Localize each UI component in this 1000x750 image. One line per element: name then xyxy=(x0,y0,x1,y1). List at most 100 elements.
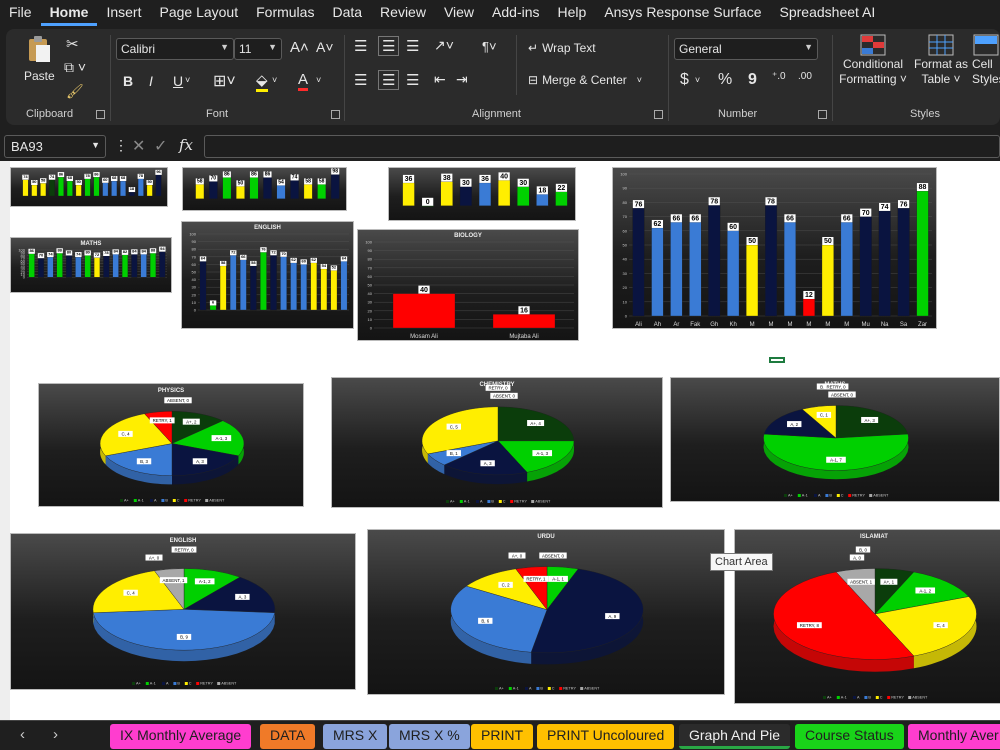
chevron-down-icon[interactable]: ˅ xyxy=(185,75,190,85)
percent-button[interactable]: % xyxy=(718,71,732,89)
bar-chart[interactable]: 0 10 20 30 40 50 60 70 80 90 100 76 Ali 62 Ah 66 Ar 66 Fak… xyxy=(612,167,937,329)
align-left-icon[interactable]: ☰ xyxy=(354,71,367,89)
menu-formulas[interactable]: Formulas xyxy=(247,0,323,26)
chevron-down-icon[interactable]: ˅ xyxy=(316,75,321,85)
insert-function-button[interactable]: fx xyxy=(179,136,193,154)
menu-ansys-response-surface[interactable]: Ansys Response Surface xyxy=(595,0,770,26)
chevron-down-icon[interactable]: ˅ xyxy=(272,75,277,85)
data-label: 50 xyxy=(238,181,244,187)
pie-chart[interactable]: ENGLISH A+, 0 A-1, 2 A, 3 B, 9 C, 4 RETRY, 0 AB… xyxy=(10,533,356,690)
sheet-tab[interactable]: PRINT Uncoloured xyxy=(537,724,675,749)
scroll-left-icon[interactable]: ‹ xyxy=(20,726,25,743)
orientation-icon[interactable]: ↗˅ xyxy=(434,37,454,54)
pie-chart[interactable]: CHEMISTRYA+, 4A-1, 3A, 3B, 1C, 5RETRY, 0… xyxy=(331,377,663,508)
sheet-tab[interactable]: Monthly Aver xyxy=(908,724,1000,749)
increase-font-icon[interactable]: A˄ xyxy=(290,39,309,56)
bar-chart[interactable]: 74 50 58 74 86 68 50 78 86 60 68 68 18 78 50 96 xyxy=(10,167,168,207)
text-direction-icon[interactable]: ¶˅ xyxy=(482,39,497,54)
tick-label: 20 xyxy=(368,308,373,313)
menu-review[interactable]: Review xyxy=(371,0,435,26)
clipboard-launcher-icon[interactable] xyxy=(96,110,105,119)
font-name-combo[interactable]: Calibri ▼ xyxy=(116,38,234,60)
wrap-text-button[interactable]: ↵ Wrap Text xyxy=(528,41,596,55)
sheet-tab[interactable]: MRS X % xyxy=(389,724,470,749)
pie-chart[interactable]: MATHSA+, 3A-1, 7A, 2B, 0C, 1RETRY, 0ABSE… xyxy=(670,377,1000,502)
merge-center-button[interactable]: ⊟ Merge & Center ˅ xyxy=(528,73,642,87)
underline-button[interactable]: U xyxy=(173,73,183,89)
bar xyxy=(280,256,287,311)
formula-input[interactable] xyxy=(204,135,1000,158)
currency-symbol: $ xyxy=(680,71,689,88)
bar-chart[interactable]: ENGLISH 0 10 20 30 40 50 60 70 80 90 100 64 6 58 72 66 58… xyxy=(181,221,354,329)
enter-icon[interactable]: ✓ xyxy=(154,136,167,156)
pie-chart[interactable]: URDU A+, 0 A-1, 1 A, 9 B, 6 C, 2 RETRY, 1 ABSEN… xyxy=(367,529,725,695)
legend-swatch xyxy=(580,687,584,690)
bar-chart[interactable]: BIOLOGY 0 10 20 30 40 50 60 70 80 90 100 40 Mosam Ali… xyxy=(357,229,579,341)
data-label: 94 xyxy=(160,246,165,251)
sheet-tab[interactable]: Course Status xyxy=(795,724,904,749)
pie-chart[interactable]: PHYSICS A+, 2 A-1, 3 A, 3 B, 3 C, 4 RETRY, 1 AB… xyxy=(38,383,304,507)
align-top-icon[interactable]: ☰ xyxy=(354,37,367,55)
name-box[interactable]: BA93 ▼ xyxy=(4,135,106,158)
align-center-icon[interactable]: ☰ xyxy=(378,70,400,90)
align-right-icon[interactable]: ☰ xyxy=(406,71,419,89)
align-middle-icon[interactable]: ☰ xyxy=(378,36,400,56)
bar xyxy=(229,255,237,311)
selection-handle[interactable] xyxy=(769,357,785,363)
decrease-font-icon[interactable]: A˅ xyxy=(316,39,334,55)
bar xyxy=(859,216,872,317)
cut-icon[interactable]: ✂ xyxy=(66,35,79,53)
format-painter-icon[interactable]: 🖌 xyxy=(66,83,84,100)
alignment-launcher-icon[interactable] xyxy=(654,110,663,119)
more-icon[interactable]: ⋮ xyxy=(114,137,128,154)
font-size-combo[interactable]: 11 ▼ xyxy=(234,38,282,60)
legend-swatch xyxy=(869,494,873,497)
worksheet-grid[interactable]: 74 50 58 74 86 68 50 78 86 60 68 68 18 78 50 96 58 70 86 50… xyxy=(0,161,1000,720)
pie-chart[interactable]: ISLAMIAT A+, 1 A-1, 2 A, 0 B, 0 C, 4 RETRY, 8A… xyxy=(734,529,1000,704)
italic-button[interactable]: I xyxy=(149,73,153,89)
chart-area-tooltip: Chart Area xyxy=(710,553,773,571)
menu-insert[interactable]: Insert xyxy=(97,0,150,26)
fill-color-icon[interactable]: ⬙ xyxy=(256,71,268,92)
decrease-indent-icon[interactable]: ⇤ xyxy=(434,71,446,88)
sheet-tab[interactable]: MRS X xyxy=(323,724,388,749)
menu-spreadsheet-ai[interactable]: Spreadsheet AI xyxy=(771,0,885,26)
cancel-icon[interactable]: ✕ xyxy=(132,136,145,156)
currency-button[interactable]: $ ˅ xyxy=(680,71,700,89)
bar xyxy=(31,184,38,197)
scroll-right-icon[interactable]: › xyxy=(53,726,58,743)
bold-button[interactable]: B xyxy=(123,73,133,89)
number-format-combo[interactable]: General ▼ xyxy=(674,38,818,60)
sheet-tab[interactable]: IX Monthly Average xyxy=(110,724,252,749)
legend-label: A-1 xyxy=(802,494,808,498)
format-as-table-button[interactable]: Format as Table ˅ xyxy=(910,33,972,87)
copy-icon[interactable]: ⧉ ˅ xyxy=(64,59,86,76)
comma-button[interactable]: 9 xyxy=(748,71,757,89)
menu-add-ins[interactable]: Add-ins xyxy=(483,0,548,26)
cell-styles-button[interactable]: Cell Styles xyxy=(972,33,1000,87)
menu-page-layout[interactable]: Page Layout xyxy=(150,0,247,26)
sheet-tab[interactable]: Graph And Pie xyxy=(679,724,791,749)
font-launcher-icon[interactable] xyxy=(331,110,340,119)
conditional-formatting-button[interactable]: Conditional Formatting ˅ xyxy=(838,33,908,87)
menu-home[interactable]: Home xyxy=(40,0,98,26)
legend-label: A+ xyxy=(788,494,794,498)
menu-data[interactable]: Data xyxy=(323,0,371,26)
increase-indent-icon[interactable]: ⇥ xyxy=(456,71,468,88)
borders-icon[interactable]: ⊞˅ xyxy=(213,71,236,91)
decrease-decimal-icon[interactable]: .00 xyxy=(798,71,812,82)
number-launcher-icon[interactable] xyxy=(818,110,827,119)
bar-chart[interactable]: MATHS 0 10 20 30 40 50 60 70 80 90 100 86 70 74 88 80 74 8… xyxy=(10,237,172,293)
font-color-icon[interactable]: A xyxy=(298,71,309,91)
paste-button[interactable] xyxy=(20,35,56,65)
align-bottom-icon[interactable]: ☰ xyxy=(406,37,419,55)
menu-file[interactable]: File xyxy=(0,0,41,26)
bar-chart[interactable]: 36 0 38 30 36 40 30 18 22 xyxy=(388,167,576,221)
menu-view[interactable]: View xyxy=(435,0,483,26)
increase-decimal-icon[interactable]: ⁺.0 xyxy=(772,71,786,82)
sheet-tab[interactable]: DATA xyxy=(260,724,316,749)
bar-chart[interactable]: 58 70 86 50 86 86 54 74 58 58 98 xyxy=(182,167,347,211)
legend-swatch xyxy=(205,499,209,502)
menu-help[interactable]: Help xyxy=(549,0,596,26)
sheet-tab[interactable]: PRINT xyxy=(471,724,533,749)
